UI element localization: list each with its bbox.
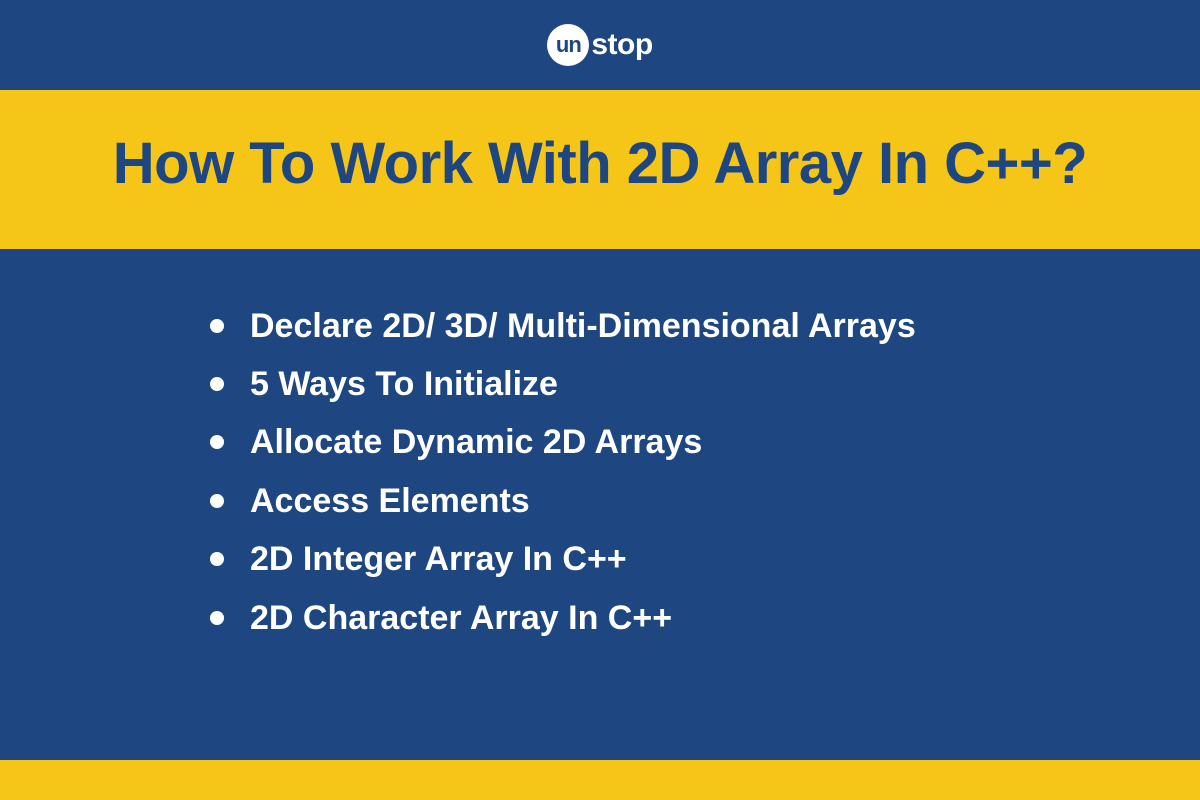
logo-circle: un — [547, 24, 589, 66]
logo-suffix-text: stop — [591, 28, 652, 62]
list-item: 2D Integer Array In C++ — [210, 530, 1130, 588]
list-item: 2D Character Array In C++ — [210, 589, 1130, 647]
header-bar: un stop — [0, 0, 1200, 90]
list-item: Access Elements — [210, 472, 1130, 530]
bullet-list: Declare 2D/ 3D/ Multi-Dimensional Arrays… — [210, 297, 1130, 648]
content-area: Declare 2D/ 3D/ Multi-Dimensional Arrays… — [0, 249, 1200, 688]
list-item: Declare 2D/ 3D/ Multi-Dimensional Arrays — [210, 297, 1130, 355]
logo: un stop — [547, 24, 652, 66]
page-title: How To Work With 2D Array In C++? — [70, 128, 1130, 201]
list-item: Allocate Dynamic 2D Arrays — [210, 413, 1130, 471]
title-band: How To Work With 2D Array In C++? — [0, 90, 1200, 249]
footer-band — [0, 760, 1200, 800]
logo-prefix-text: un — [556, 32, 581, 58]
list-item: 5 Ways To Initialize — [210, 355, 1130, 413]
